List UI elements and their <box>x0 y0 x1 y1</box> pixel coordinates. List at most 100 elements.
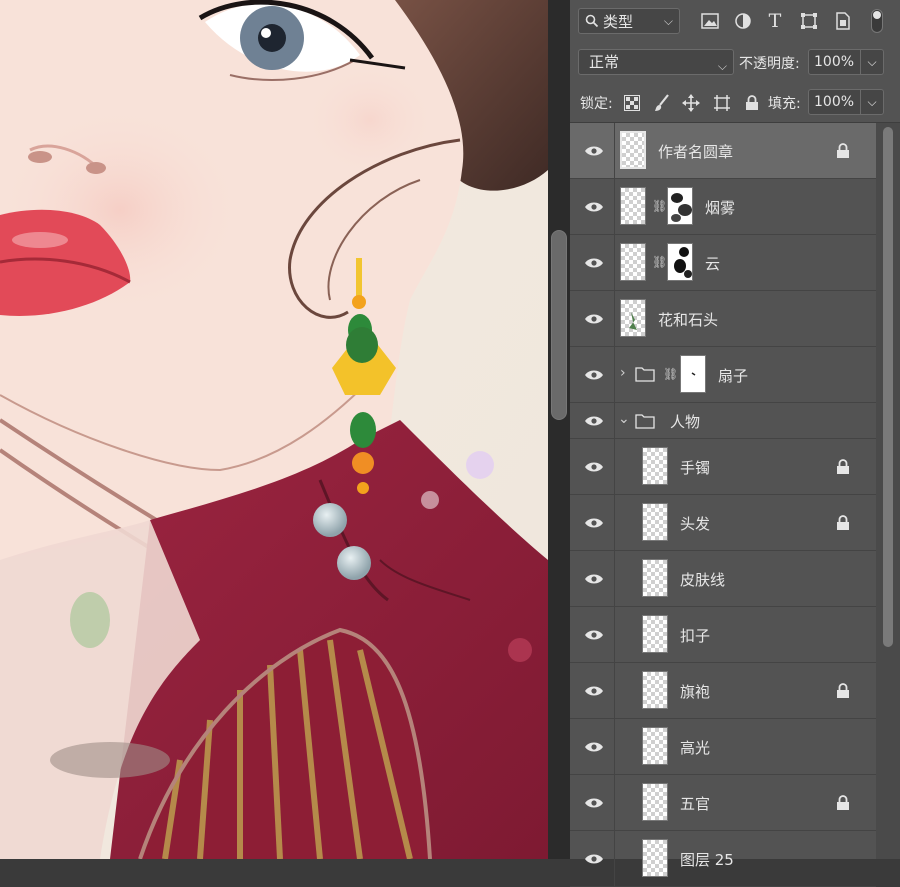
opacity-label: 不透明度: <box>739 56 800 72</box>
layer-name[interactable]: 花和石头 <box>658 309 718 330</box>
blend-bar: 正常 ⌵ 不透明度: 100% ⌵ <box>570 42 900 82</box>
layer-row-qipao[interactable]: 旗袍 <box>570 663 876 719</box>
filter-toggle-switch[interactable] <box>871 9 883 33</box>
layer-name[interactable]: 云 <box>705 253 720 274</box>
layer-mask-thumbnail[interactable] <box>667 243 693 281</box>
visibility-eye-icon[interactable] <box>580 142 608 160</box>
visibility-eye-icon[interactable] <box>580 254 608 272</box>
folder-icon <box>635 367 655 382</box>
layer-name[interactable]: 扇子 <box>718 365 748 386</box>
layer-thumbnail[interactable] <box>642 839 668 877</box>
lock-transparent-pixels-icon[interactable] <box>622 93 642 113</box>
layer-row-flowers-and-stones[interactable]: 花和石头 <box>570 291 876 347</box>
visibility-eye-icon[interactable] <box>580 626 608 644</box>
canvas-scrollbar-thumb[interactable] <box>551 230 567 420</box>
layer-lock-icon <box>837 515 849 530</box>
filter-kind-select[interactable]: 类型 ⌵ <box>578 8 680 34</box>
layer-name[interactable]: 头发 <box>680 513 710 534</box>
blend-mode-select[interactable]: 正常 ⌵ <box>578 49 734 75</box>
layer-row-hair[interactable]: 头发 <box>570 495 876 551</box>
layer-row-fan-group[interactable]: › ⛓ 扇子 <box>570 347 876 403</box>
layer-row-smoke[interactable]: ⛓ 烟雾 <box>570 179 876 235</box>
layer-thumbnail[interactable] <box>642 615 668 653</box>
layer-thumbnail[interactable] <box>620 299 646 337</box>
layer-mask-thumbnail[interactable] <box>680 355 706 393</box>
layers-panel: 类型 ⌵ T 正常 ⌵ 不透明度: 100% ⌵ 锁定: 填充: 100% ⌵ … <box>570 0 900 887</box>
layer-name[interactable]: 图层 25 <box>680 849 734 870</box>
layer-name[interactable]: 五官 <box>680 793 710 814</box>
layer-lock-icon <box>837 143 849 158</box>
layer-lock-icon <box>837 795 849 810</box>
canvas-area[interactable] <box>0 0 548 859</box>
text-filter-icon[interactable]: T <box>765 10 785 32</box>
lock-artboard-icon[interactable] <box>712 93 732 113</box>
layer-thumbnail[interactable] <box>642 671 668 709</box>
mask-link-icon[interactable]: ⛓ <box>652 255 667 271</box>
blend-mode-value: 正常 <box>589 53 620 71</box>
layers-list: 作者名圆章 ⛓ 烟雾 ⛓ 云 花和石头 › ⛓ 扇子 ⌄ 人物 手镯 头发 皮肤… <box>570 123 876 887</box>
adjustment-filter-icon[interactable] <box>733 11 753 31</box>
artwork-illustration <box>0 0 548 859</box>
lock-bar: 锁定: 填充: 100% ⌵ <box>570 82 900 123</box>
layer-name[interactable]: 皮肤线 <box>680 569 725 590</box>
shape-filter-icon[interactable] <box>799 11 819 31</box>
layer-lock-icon <box>837 683 849 698</box>
group-expand-arrow-icon[interactable]: › <box>620 365 626 381</box>
lock-label: 锁定: <box>580 96 613 112</box>
panel-splitter[interactable] <box>548 0 570 859</box>
opacity-input[interactable]: 100% ⌵ <box>808 49 884 75</box>
visibility-eye-icon[interactable] <box>580 412 608 430</box>
layer-row-layer-25[interactable]: 图层 25 <box>570 831 876 887</box>
layer-thumbnail[interactable] <box>642 559 668 597</box>
layer-thumbnail[interactable] <box>642 447 668 485</box>
layer-thumbnail[interactable] <box>620 187 646 225</box>
layer-thumbnail[interactable] <box>642 503 668 541</box>
visibility-eye-icon[interactable] <box>580 514 608 532</box>
layer-thumbnail[interactable] <box>642 783 668 821</box>
opacity-dropdown-button[interactable]: ⌵ <box>860 50 883 74</box>
visibility-eye-icon[interactable] <box>580 310 608 328</box>
lock-image-pixels-brush-icon[interactable] <box>652 93 672 113</box>
layers-scrollbar-thumb[interactable] <box>883 127 893 647</box>
visibility-eye-icon[interactable] <box>580 458 608 476</box>
visibility-eye-icon[interactable] <box>580 366 608 384</box>
layer-row-bracelet[interactable]: 手镯 <box>570 439 876 495</box>
layer-thumbnail[interactable] <box>620 243 646 281</box>
fill-input[interactable]: 100% ⌵ <box>808 89 884 115</box>
mask-link-icon[interactable]: ⛓ <box>652 199 667 215</box>
fill-value: 100% <box>814 94 855 110</box>
visibility-eye-icon[interactable] <box>580 738 608 756</box>
layer-row-skin-lines[interactable]: 皮肤线 <box>570 551 876 607</box>
layer-row-facial-features[interactable]: 五官 <box>570 775 876 831</box>
layer-name[interactable]: 扣子 <box>680 625 710 646</box>
layer-row-cloud[interactable]: ⛓ 云 <box>570 235 876 291</box>
filter-kind-label: 类型 <box>603 12 634 31</box>
layers-scrollbar[interactable] <box>876 123 900 859</box>
layer-thumbnail[interactable] <box>642 727 668 765</box>
fill-dropdown-button[interactable]: ⌵ <box>860 90 883 114</box>
layer-name[interactable]: 高光 <box>680 737 710 758</box>
mask-link-icon[interactable]: ⛓ <box>663 367 678 383</box>
visibility-eye-icon[interactable] <box>580 198 608 216</box>
layer-name[interactable]: 烟雾 <box>705 197 735 218</box>
layer-row-buttons[interactable]: 扣子 <box>570 607 876 663</box>
layer-name[interactable]: 人物 <box>670 411 700 432</box>
visibility-eye-icon[interactable] <box>580 682 608 700</box>
layer-name[interactable]: 旗袍 <box>680 681 710 702</box>
search-icon <box>585 14 599 28</box>
layer-row-figure-group[interactable]: ⌄ 人物 <box>570 403 876 439</box>
image-filter-icon[interactable] <box>700 11 720 31</box>
layer-name[interactable]: 手镯 <box>680 457 710 478</box>
lock-all-icon[interactable] <box>742 93 762 113</box>
lock-position-move-icon[interactable] <box>681 93 701 113</box>
layer-name[interactable]: 作者名圆章 <box>658 141 733 162</box>
group-collapse-arrow-icon[interactable]: ⌄ <box>618 411 630 427</box>
visibility-eye-icon[interactable] <box>580 794 608 812</box>
visibility-eye-icon[interactable] <box>580 570 608 588</box>
layer-thumbnail[interactable] <box>620 131 646 169</box>
layer-mask-thumbnail[interactable] <box>667 187 693 225</box>
layer-row-author-seal[interactable]: 作者名圆章 <box>570 123 876 179</box>
opacity-value: 100% <box>814 54 855 70</box>
smart-object-filter-icon[interactable] <box>833 11 853 31</box>
layer-row-highlights[interactable]: 高光 <box>570 719 876 775</box>
